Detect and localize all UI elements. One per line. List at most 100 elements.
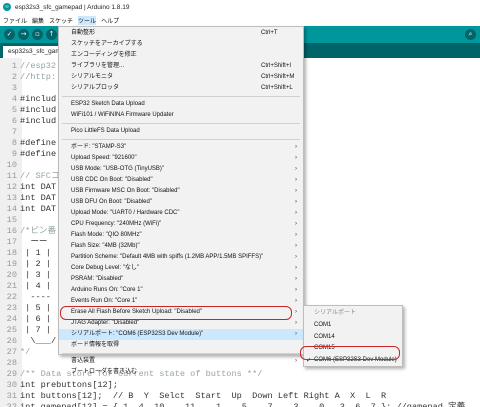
tools-menu-item[interactable]: Pico LittleFS Data Upload [59, 126, 303, 137]
tools-menu-item[interactable]: シリアルポート: "COM6 (ESP32S3 Dev Module)" › [59, 329, 303, 340]
tools-menu-item[interactable]: Events Run On: "Core 1" › [59, 296, 303, 307]
tools-menu-item[interactable]: エンコーディングを修正 [59, 50, 303, 61]
menu-item-label: Upload Mode: "UART0 / Hardware CDC" [71, 210, 180, 216]
menu-sketch[interactable]: スケッチ [49, 16, 73, 25]
tools-menu-item[interactable]: Flash Size: "4MB (32Mb)" › [59, 241, 303, 252]
menu-item-label: Erase All Flash Before Sketch Upload: "D… [71, 309, 202, 315]
menu-item-label: ライブラリを管理... [71, 63, 125, 69]
tools-menu-item[interactable]: Flash Mode: "QIO 80MHz" › [59, 230, 303, 241]
menu-item-label: USB CDC On Boot: "Disabled" [71, 177, 153, 183]
tools-menu-item[interactable]: ライブラリを管理... Ctrl+Shift+I [59, 61, 303, 72]
serial-port-option[interactable]: COM1 [304, 319, 402, 331]
tools-menu-item[interactable]: Erase All Flash Before Sketch Upload: "D… [59, 307, 303, 318]
menu-item-label: Arduino Runs On: "Core 1" [71, 287, 143, 293]
menu-item-label: 自動整形 [71, 30, 96, 36]
menu-item-shortcut: Ctrl+Shift+I [261, 63, 292, 69]
submenu-arrow-icon: › [295, 155, 297, 161]
tools-menu-item[interactable]: シリアルモニタ Ctrl+Shift+M [59, 72, 303, 83]
menu-item-label: USB DFU On Boot: "Disabled" [71, 199, 152, 205]
submenu-arrow-icon: › [295, 331, 297, 337]
tools-menu-item[interactable]: PSRAM: "Disabled" › [59, 274, 303, 285]
code-text: ---- [20, 292, 51, 302]
menu-item-label: USB Firmware MSC On Boot: "Disabled" [71, 188, 180, 194]
submenu-arrow-icon: › [295, 199, 297, 205]
menu-item-label: シリアルポート: "COM6 (ESP32S3 Dev Module)" [71, 331, 204, 337]
menu-help[interactable]: ヘルプ [101, 16, 119, 25]
code-text: //http: [20, 72, 57, 82]
menu-item-shortcut: Ctrl+Shift+L [261, 85, 293, 91]
new-icon[interactable]: ▫ [32, 29, 43, 40]
tools-menu-item[interactable]: ボード情報を取得 [59, 340, 303, 351]
serial-port-submenu: シリアルポート COM1 COM14 COM15 ✓ COM6 (ESP32S3 Dev … [303, 305, 403, 367]
tools-menu-item[interactable]: 自動整形 Ctrl+T [59, 28, 303, 39]
code-text: \___/ [20, 336, 57, 346]
submenu-arrow-icon: › [295, 144, 297, 150]
menu-edit[interactable]: 編集 [32, 16, 44, 25]
submenu-arrow-icon: › [295, 177, 297, 183]
serial-port-option[interactable]: COM14 [304, 331, 402, 343]
menu-item-label: ボード: "STAMP-S3" [71, 144, 127, 150]
submenu-arrow-icon: › [295, 358, 297, 364]
tools-menu-item[interactable]: Arduino Runs On: "Core 1" › [59, 285, 303, 296]
serial-port-option[interactable]: COM15 [304, 342, 402, 354]
menu-bar: ファイル 編集 スケッチ ツール ヘルプ [0, 14, 480, 26]
open-icon[interactable]: ↑ [46, 29, 57, 40]
menu-tools[interactable]: ツール [78, 15, 97, 25]
submenu-arrow-icon: › [295, 320, 297, 326]
code-text: | 6 | [20, 314, 51, 324]
menu-item-label: Upload Speed: "921600" [71, 155, 137, 161]
tools-menu-item[interactable]: ボード: "STAMP-S3" › [59, 142, 303, 153]
submenu-arrow-icon: › [295, 309, 297, 315]
tools-menu-item[interactable]: USB DFU On Boot: "Disabled" › [59, 197, 303, 208]
tools-menu-item[interactable]: Core Debug Level: "なし" › [59, 263, 303, 274]
tools-menu-item[interactable]: WiFi101 / WiFiNINA Firmware Updater [59, 110, 303, 121]
tools-menu-item[interactable]: Upload Mode: "UART0 / Hardware CDC" › [59, 208, 303, 219]
tools-menu-item[interactable]: CPU Frequency: "240MHz (WiFi)" › [59, 219, 303, 230]
serial-port-submenu-header: シリアルポート [304, 307, 402, 319]
submenu-arrow-icon: › [295, 276, 297, 282]
submenu-arrow-icon: › [295, 188, 297, 194]
tools-menu-item[interactable]: ESP32 Sketch Data Upload [59, 99, 303, 110]
upload-icon[interactable]: → [18, 29, 29, 40]
arduino-logo-icon: ∞ [3, 3, 11, 11]
menu-item-shortcut: Ctrl+T [261, 30, 278, 36]
menu-item-label: WiFi101 / WiFiNINA Firmware Updater [71, 112, 174, 118]
verify-icon[interactable]: ✓ [4, 29, 15, 40]
menu-separator [62, 139, 300, 140]
submenu-arrow-icon: › [295, 210, 297, 216]
serial-port-option[interactable]: ✓ COM6 (ESP32S3 Dev Module) [304, 354, 402, 366]
menu-file[interactable]: ファイル [3, 16, 27, 25]
tools-menu-item[interactable]: Partition Scheme: "Default 4MB with spif… [59, 252, 303, 263]
tools-menu-item[interactable]: Upload Speed: "921600" › [59, 153, 303, 164]
tools-menu-item[interactable]: USB CDC On Boot: "Disabled" › [59, 175, 303, 186]
code-text: // SFCコ [20, 171, 60, 181]
tools-menu-item[interactable]: スケッチをアーカイブする [59, 39, 303, 50]
serial-port-option-label: COM6 (ESP32S3 Dev Module) [314, 356, 397, 363]
tab-sketch[interactable]: esp32s3_sfc_gam [3, 46, 66, 58]
menu-item-label: USB Mode: "USB-OTG (TinyUSB)" [71, 166, 165, 172]
tools-menu-item[interactable]: USB Mode: "USB-OTG (TinyUSB)" › [59, 164, 303, 175]
code-text: int gamepad[12] = { 1 4 10 11 1 5 7 3 0 … [20, 402, 466, 407]
menu-item-label: ブートローダを書き込む [71, 369, 138, 375]
tools-dropdown-menu: 自動整形 Ctrl+T スケッチをアーカイブする エンコーディングを修正 ライブラリを管… [58, 26, 304, 375]
submenu-arrow-icon: › [295, 254, 297, 260]
menu-item-label: PSRAM: "Disabled" [71, 276, 124, 282]
tools-menu-item[interactable]: 書込装置 › [59, 356, 303, 367]
serial-port-option-label: COM14 [314, 333, 335, 340]
menu-item-label: ボード情報を取得 [71, 342, 120, 348]
serial-monitor-icon[interactable]: ⌕ [465, 29, 476, 40]
code-text: int DAT [20, 182, 57, 192]
code-text: //esp32 [20, 61, 57, 71]
tools-menu-item[interactable]: USB Firmware MSC On Boot: "Disabled" › [59, 186, 303, 197]
serial-port-option-label: COM1 [314, 322, 332, 328]
submenu-arrow-icon: › [295, 298, 297, 304]
code-text: int DAT [20, 204, 57, 214]
tools-menu-item[interactable]: JTAG Adapter: "Disabled" › [59, 318, 303, 329]
menu-item-label: Flash Mode: "QIO 80MHz" [71, 232, 142, 238]
tools-menu-item[interactable]: シリアルプロッタ Ctrl+Shift+L [59, 83, 303, 94]
menu-separator [62, 123, 300, 124]
tools-menu-item[interactable]: ブートローダを書き込む [59, 367, 303, 378]
code-text: #includ [20, 116, 57, 126]
code-text: #includ [20, 105, 57, 115]
code-text: */ [20, 347, 31, 357]
